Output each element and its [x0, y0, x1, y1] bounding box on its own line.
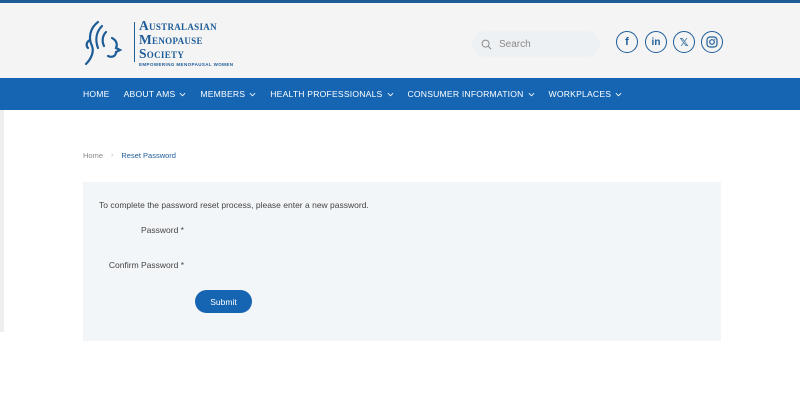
chevron-down-icon	[249, 92, 256, 96]
reset-password-form: To complete the password reset process, …	[83, 182, 721, 341]
nav-item-home[interactable]: HOME	[83, 89, 110, 99]
breadcrumb-home-link[interactable]: Home	[83, 151, 103, 160]
nav-item-label: CONSUMER INFORMATION	[407, 89, 524, 99]
password-label: Password *	[141, 225, 184, 235]
nav-item-label: HOME	[83, 89, 110, 99]
instagram-icon[interactable]	[701, 31, 723, 53]
nav-item-consumer-information[interactable]: CONSUMER INFORMATION	[408, 89, 535, 99]
breadcrumb: Home › Reset Password	[83, 151, 176, 160]
logo-profile-icon	[84, 20, 123, 66]
logo-wordmark: Australasian Menopause Society EMPOWERIN…	[139, 18, 234, 68]
breadcrumb-current: Reset Password	[121, 151, 176, 160]
x-icon[interactable]: 𝕏	[673, 31, 695, 53]
nav-item-about-ams[interactable]: ABOUT AMS	[124, 89, 187, 99]
search-box	[472, 31, 600, 57]
site-logo[interactable]: Australasian Menopause Society EMPOWERIN…	[82, 18, 242, 68]
nav-item-health-professionals[interactable]: HEALTH PROFESSIONALS	[270, 89, 393, 99]
nav-item-workplaces[interactable]: WORKPLACES	[549, 89, 623, 99]
breadcrumb-separator: ›	[111, 152, 114, 159]
logo-line-2: Menopause	[139, 32, 203, 47]
nav-item-label: WORKPLACES	[548, 89, 612, 99]
nav-item-label: HEALTH PROFESSIONALS	[270, 89, 383, 99]
form-instructions: To complete the password reset process, …	[99, 200, 369, 210]
logo-divider	[134, 22, 135, 62]
site-header: Australasian Menopause Society EMPOWERIN…	[0, 3, 800, 78]
chevron-down-icon	[528, 92, 534, 96]
linkedin-icon[interactable]: in	[645, 31, 667, 53]
nav-item-label: ABOUT AMS	[123, 89, 176, 99]
nav-item-members[interactable]: MEMBERS	[200, 89, 256, 99]
chevron-down-icon	[179, 92, 186, 96]
logo-line-3: Society	[139, 46, 185, 61]
logo-tagline: EMPOWERING MENOPAUSAL WOMEN	[139, 62, 234, 67]
search-input[interactable]	[499, 38, 589, 50]
left-edge-shade	[0, 110, 4, 332]
submit-button[interactable]: Submit	[195, 290, 252, 313]
confirm-password-label: Confirm Password *	[108, 260, 184, 270]
nav-item-label: MEMBERS	[200, 89, 246, 99]
main-nav: HOME ABOUT AMS MEMBERS HEALTH PROFESSION…	[0, 78, 800, 110]
chevron-down-icon	[615, 92, 622, 96]
search-icon[interactable]	[479, 37, 493, 51]
chevron-down-icon	[387, 92, 393, 96]
logo-line-1: Australasian	[139, 18, 217, 33]
facebook-icon[interactable]: f	[616, 31, 638, 53]
instagram-glyph-icon	[706, 36, 718, 48]
